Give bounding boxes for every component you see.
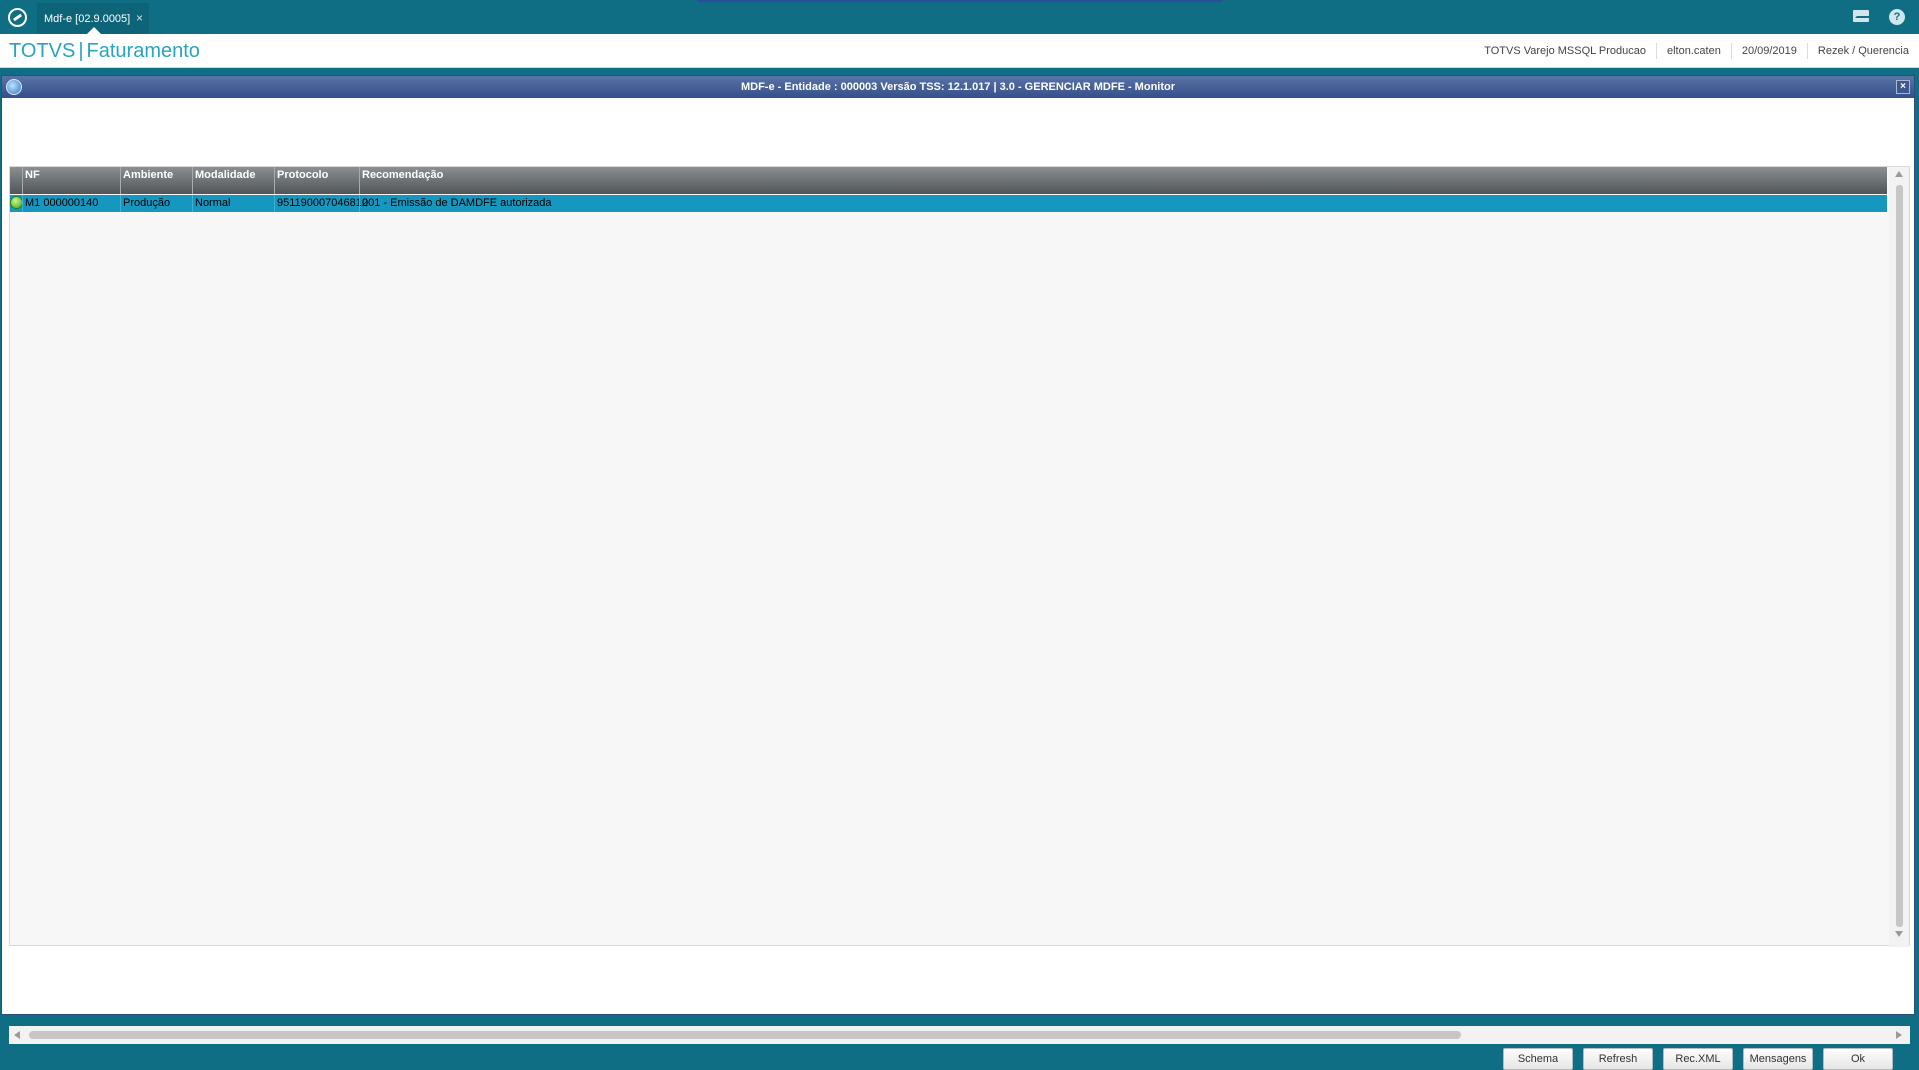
- scroll-up-icon[interactable]: [1895, 171, 1903, 177]
- rec-xml-button[interactable]: Rec.XML: [1663, 1048, 1733, 1070]
- refresh-button[interactable]: Refresh: [1583, 1048, 1653, 1070]
- totvs-logo-icon[interactable]: [8, 8, 27, 27]
- column-header-modalidade[interactable]: Modalidade: [192, 167, 274, 194]
- schema-button[interactable]: Schema: [1503, 1048, 1573, 1070]
- vertical-scrollbar[interactable]: [1889, 167, 1909, 947]
- app-header: TOTVS | Faturamento TOTVS Varejo MSSQL Pro…: [0, 34, 1919, 68]
- monitor-dialog: MDF-e - Entidade : 000003 Versão TSS: 12…: [1, 75, 1915, 1070]
- help-icon[interactable]: ?: [1889, 9, 1905, 25]
- column-header-protocolo[interactable]: Protocolo: [274, 167, 359, 194]
- top-accent-strip: [697, 0, 1223, 2]
- active-tab-caret-icon: [87, 27, 101, 34]
- column-header-nf[interactable]: NF: [22, 167, 120, 194]
- scroll-right-icon[interactable]: [1896, 1031, 1902, 1039]
- ok-button[interactable]: Ok: [1823, 1048, 1893, 1070]
- dialog-app-icon: [6, 79, 22, 95]
- session-info: TOTVS Varejo MSSQL Producao elton.caten …: [1474, 34, 1919, 68]
- tab-label: Mdf-e [02.9.0005]: [44, 12, 131, 25]
- date-label[interactable]: 20/09/2019: [1730, 43, 1807, 59]
- top-bar: Mdf-e [02.9.0005] × ?: [0, 0, 1919, 34]
- mail-icon[interactable]: [1853, 10, 1871, 22]
- cell-ambiente: Produção: [120, 195, 192, 212]
- grid-header: NF Ambiente Modalidade Protocolo Recomen…: [10, 167, 1887, 194]
- mensagens-button[interactable]: Mensagens: [1743, 1048, 1813, 1070]
- title-separator: |: [78, 40, 84, 62]
- dialog-close-button[interactable]: ×: [1896, 80, 1910, 94]
- tab-close-icon[interactable]: ×: [136, 11, 143, 25]
- horizontal-scroll-thumb[interactable]: [29, 1031, 1461, 1039]
- brand-name: TOTVS: [9, 40, 76, 62]
- dialog-title: MDF-e - Entidade : 000003 Versão TSS: 12…: [740, 81, 1176, 93]
- user-label[interactable]: elton.caten: [1656, 43, 1731, 59]
- cell-protocolo: 951190007046812: [274, 195, 368, 212]
- column-header-ambiente[interactable]: Ambiente: [120, 167, 192, 194]
- horizontal-scrollbar[interactable]: [9, 1026, 1910, 1044]
- page-title: TOTVS | Faturamento: [9, 40, 200, 63]
- cell-recomendacao: 001 - Emissão de DAMDFE autorizada: [359, 195, 1887, 212]
- module-name: Faturamento: [86, 40, 200, 62]
- cell-nf: M1 000000140: [22, 195, 120, 212]
- environment-label[interactable]: TOTVS Varejo MSSQL Producao: [1474, 43, 1656, 59]
- monitor-grid: NF Ambiente Modalidade Protocolo Recomen…: [9, 166, 1910, 947]
- tab-mdfe[interactable]: Mdf-e [02.9.0005] ×: [37, 3, 149, 34]
- scroll-left-icon[interactable]: [14, 1031, 20, 1039]
- vertical-scroll-thumb[interactable]: [1896, 185, 1903, 927]
- company-label[interactable]: Rezek / Querencia: [1806, 43, 1919, 59]
- dialog-titlebar: MDF-e - Entidade : 000003 Versão TSS: 12…: [2, 76, 1914, 98]
- cell-modalidade: Normal: [192, 195, 274, 212]
- column-header-recomendacao[interactable]: Recomendação: [359, 167, 1887, 194]
- scroll-down-icon[interactable]: [1895, 931, 1903, 937]
- table-row[interactable]: M1 000000140 Produção Normal 95119000704…: [10, 195, 1887, 212]
